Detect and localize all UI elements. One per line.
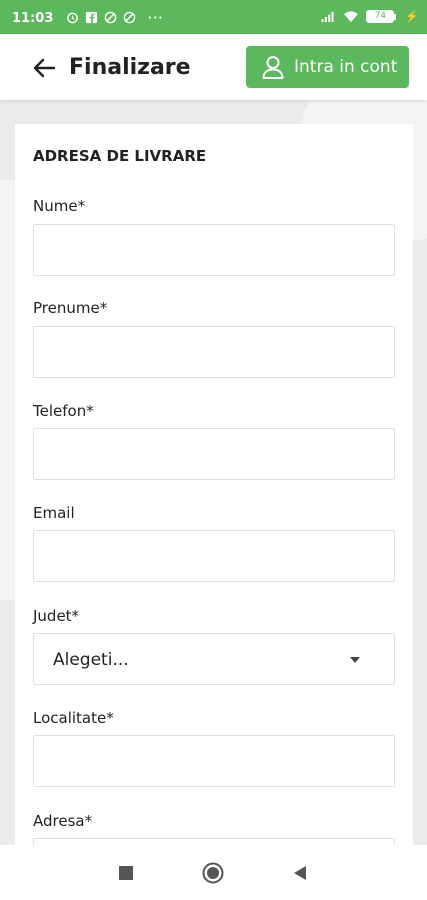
label-judet: Judet*	[33, 607, 80, 625]
blocked-icon	[123, 11, 136, 24]
signal-icon	[321, 11, 334, 23]
battery-icon: 74	[366, 10, 397, 23]
system-nav-bar	[0, 845, 427, 900]
page-title: Finalizare	[69, 55, 191, 80]
login-button[interactable]: Intra in cont	[246, 46, 409, 88]
section-title: ADRESA DE LIVRARE	[33, 147, 207, 165]
home-icon[interactable]	[201, 861, 225, 885]
localitate-input[interactable]	[33, 735, 395, 787]
app-bar: Finalizare Intra in cont	[0, 34, 427, 100]
nume-input[interactable]	[33, 224, 395, 276]
label-telefon: Telefon*	[33, 402, 94, 420]
email-input[interactable]	[33, 530, 395, 582]
chevron-down-icon	[350, 657, 360, 663]
status-bar: 11:03 ··· 74 ⚡	[0, 0, 427, 34]
label-prenume: Prenume*	[33, 299, 108, 317]
label-nume: Nume*	[33, 197, 86, 215]
charging-icon: ⚡	[405, 11, 419, 23]
status-time: 11:03	[12, 11, 54, 26]
adresa-input[interactable]	[33, 838, 395, 845]
login-button-label: Intra in cont	[294, 57, 398, 77]
user-icon	[262, 56, 284, 79]
arrow-left-icon[interactable]	[30, 54, 58, 82]
telefon-input[interactable]	[33, 428, 395, 480]
label-localitate: Localitate*	[33, 709, 114, 727]
back-triangle-icon[interactable]	[288, 861, 312, 885]
status-left-icons: ···	[66, 10, 164, 25]
battery-level: 74	[366, 10, 395, 23]
label-email: Email	[33, 504, 75, 522]
status-right-icons: 74 ⚡	[320, 10, 419, 23]
prenume-input[interactable]	[33, 326, 395, 378]
wifi-icon	[344, 11, 359, 23]
recents-icon[interactable]	[114, 861, 138, 885]
delivery-address-card: ADRESA DE LIVRARE Nume* Prenume* Telefon…	[15, 124, 413, 845]
judet-selected-value: Alegeti...	[53, 650, 129, 670]
overflow-dots: ···	[148, 10, 164, 25]
label-adresa: Adresa*	[33, 812, 93, 830]
blocked-icon	[104, 11, 117, 24]
facebook-icon	[85, 11, 98, 24]
alarm-icon	[67, 12, 78, 24]
judet-select[interactable]: Alegeti...	[33, 633, 395, 685]
